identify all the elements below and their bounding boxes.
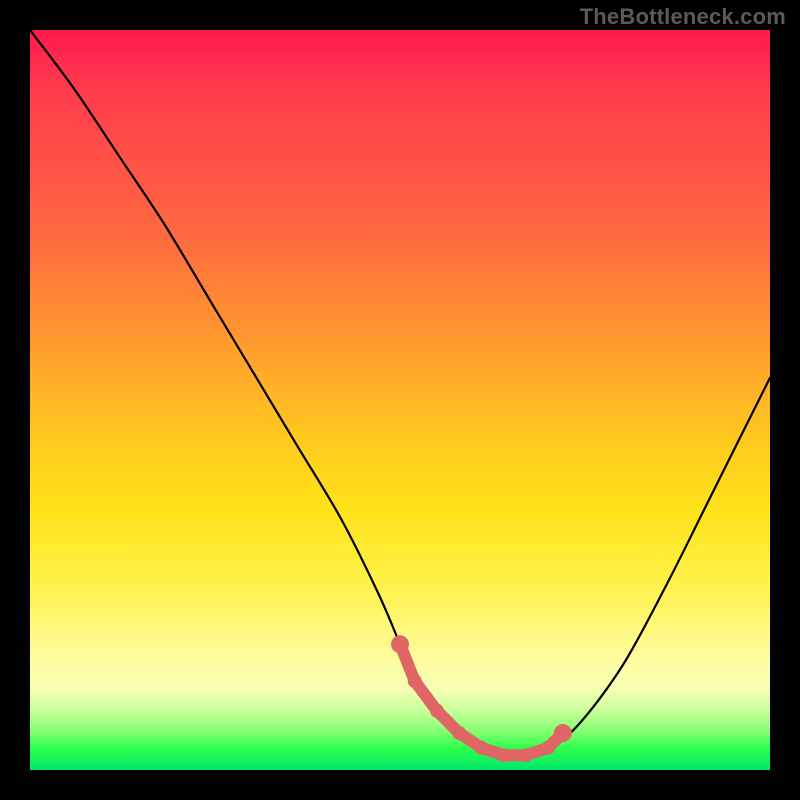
highlight-dot [519, 748, 533, 762]
highlight-dot [391, 635, 409, 653]
watermark-text: TheBottleneck.com [580, 4, 786, 30]
highlight-dot [452, 726, 466, 740]
highlight-dot [541, 741, 555, 755]
highlight-dots [391, 635, 572, 762]
chart-frame: TheBottleneck.com [0, 0, 800, 800]
chart-overlay [30, 30, 770, 770]
highlight-dot [474, 741, 488, 755]
highlight-dot [430, 704, 444, 718]
highlight-segment [400, 644, 563, 755]
highlight-dot [554, 724, 572, 742]
highlight-dot [408, 674, 422, 688]
highlight-dot [497, 748, 511, 762]
